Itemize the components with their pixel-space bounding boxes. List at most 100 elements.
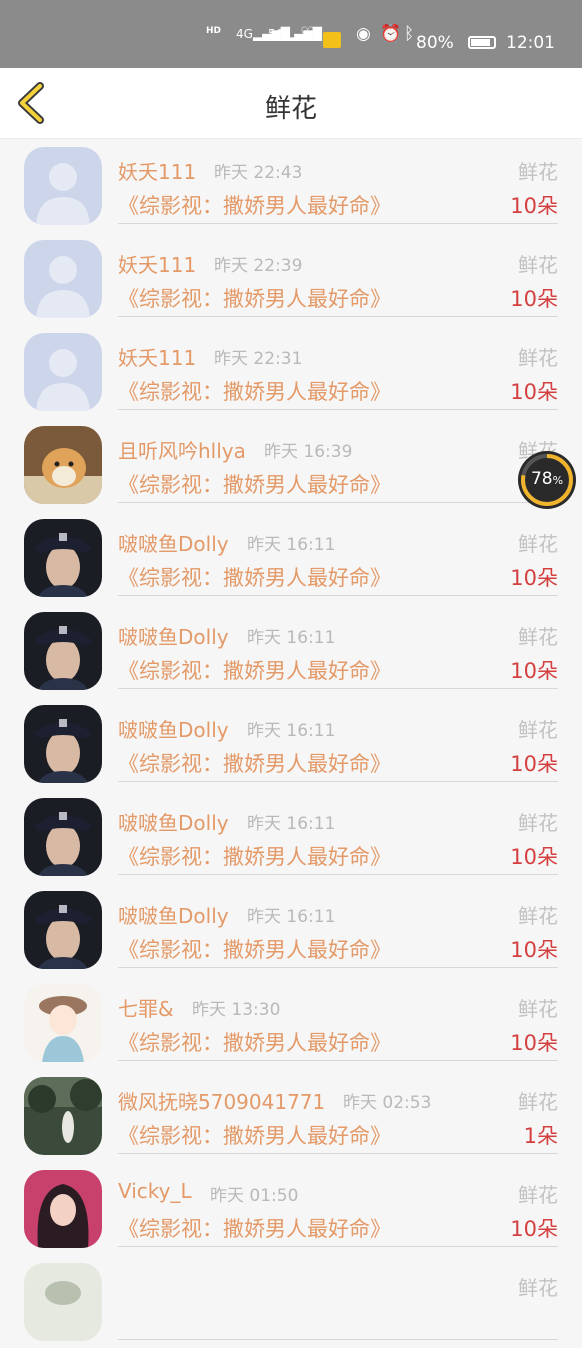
flower-list: 妖夭111 昨天 22:43 鲜花 《综影视：撒娇男人最好命》 10朵 妖夭111 昨天 2… [0, 139, 582, 1348]
gift-type: 鲜花 [518, 1276, 558, 1300]
gift-type: 鲜花 [518, 997, 558, 1021]
gift-type: 鲜花 [518, 532, 558, 556]
flower-count: 10朵 [510, 194, 558, 218]
gift-type: 鲜花 [518, 1183, 558, 1207]
avatar[interactable] [24, 519, 102, 597]
avatar[interactable] [24, 240, 102, 318]
username[interactable]: 妖夭111 [118, 342, 196, 371]
gift-type: 鲜花 [518, 160, 558, 184]
book-title[interactable]: 《综影视：撒娇男人最好命》 [118, 841, 391, 871]
username[interactable]: 啵啵鱼Dolly [118, 807, 229, 836]
flower-count: 10朵 [510, 566, 558, 590]
divider [118, 1339, 558, 1340]
divider [118, 1153, 558, 1154]
gift-type: 鲜花 [518, 718, 558, 742]
book-title[interactable]: 《综影视：撒娇男人最好命》 [118, 469, 391, 499]
timestamp: 昨天 22:31 [214, 349, 303, 369]
avatar[interactable] [24, 891, 102, 969]
flower-count: 10朵 [510, 659, 558, 683]
flower-count: 10朵 [510, 938, 558, 962]
battery-percent: 80% [416, 33, 454, 53]
book-title[interactable]: 《综影视：撒娇男人最好命》 [118, 376, 391, 406]
timestamp: 昨天 02:53 [343, 1093, 432, 1113]
eye-icon: ◉ [356, 24, 371, 44]
avatar[interactable] [24, 705, 102, 783]
username[interactable]: 啵啵鱼Dolly [118, 528, 229, 557]
flower-count: 10朵 [510, 380, 558, 404]
gift-type: 鲜花 [518, 346, 558, 370]
book-title[interactable]: 《综影视：撒娇男人最好命》 [118, 934, 391, 964]
header-bar: 鲜花 [0, 68, 582, 139]
gift-type: 鲜花 [518, 625, 558, 649]
divider [118, 502, 558, 503]
timestamp: 昨天 22:39 [214, 256, 303, 276]
list-item[interactable]: 妖夭111 昨天 22:31 鲜花《综影视：撒娇男人最好命》 10朵 [0, 325, 582, 418]
gift-type: 鲜花 [518, 811, 558, 835]
avatar[interactable] [24, 426, 102, 504]
alarm-icon: ⏰ [380, 24, 402, 44]
username[interactable]: 七罪& [118, 993, 174, 1022]
timestamp: 昨天 16:11 [247, 814, 336, 834]
battery-icon [468, 36, 496, 49]
book-title[interactable]: 《综影视：撒娇男人最好命》 [118, 562, 391, 592]
book-title[interactable]: 《综影视：撒娇男人最好命》 [118, 1213, 391, 1243]
list-item[interactable]: 妖夭111 昨天 22:39 鲜花 《综影视：撒娇男人最好命》 10朵 [0, 232, 582, 325]
book-title[interactable]: 《综影视：撒娇男人最好命》 [118, 1120, 391, 1150]
book-title[interactable]: 《综影视：撒娇男人最好命》 [118, 190, 391, 220]
list-item[interactable]: 啵啵鱼Dolly 昨天 16:11 鲜花 《综影视：撒娇男人最好命》 10朵 [0, 604, 582, 697]
avatar[interactable] [24, 984, 102, 1062]
page-title: 鲜花 [264, 94, 317, 124]
avatar[interactable] [24, 798, 102, 876]
list-item[interactable]: 微风抚晓5709041771 昨天 02:53 鲜花 《综影视：撒娇男人最好命》 1朵 [0, 1069, 582, 1162]
flower-count: 1朵 [523, 1124, 558, 1148]
username[interactable]: 啵啵鱼Dolly [118, 621, 229, 650]
timestamp: 昨天 16:11 [247, 721, 336, 741]
flower-count: 10朵 [510, 845, 558, 869]
list-item[interactable]: 啵啵鱼Dolly 昨天 16:11 鲜花《综影视：撒娇男人最好命》 10朵 [0, 511, 582, 604]
avatar[interactable] [24, 333, 102, 411]
flower-count: 10朵 [510, 287, 558, 311]
shield-icon: ♡ [300, 24, 316, 44]
list-item[interactable]: 啵啵鱼Dolly 昨天 16:11 鲜花《综影视：撒娇男人最好命》 10朵 [0, 697, 582, 790]
divider [118, 781, 558, 782]
divider [118, 1060, 558, 1061]
timestamp: 昨天 16:11 [247, 535, 336, 555]
avatar[interactable] [24, 1263, 102, 1341]
timestamp: 昨天 16:11 [247, 907, 336, 927]
book-title[interactable]: 《综影视：撒娇男人最好命》 [118, 748, 391, 778]
list-item[interactable]: 啵啵鱼Dolly 昨天 16:11 鲜花 《综影视：撒娇男人最好命》 10朵 [0, 883, 582, 976]
divider [118, 223, 558, 224]
username[interactable]: 妖夭111 [118, 156, 196, 185]
divider [118, 595, 558, 596]
username[interactable]: 啵啵鱼Dolly [118, 714, 229, 743]
username[interactable]: Vicky_L [118, 1179, 192, 1203]
book-title[interactable]: 《综影视：撒娇男人最好命》 [118, 1027, 391, 1057]
flower-count: 10朵 [510, 1217, 558, 1241]
username[interactable]: 且听风吟hllya [118, 435, 246, 464]
list-item[interactable]: 鲜花 [0, 1255, 582, 1348]
list-item[interactable]: 七罪& 昨天 13:30 鲜花 《综影视：撒娇男人最好命》 10朵 [0, 976, 582, 1069]
divider [118, 874, 558, 875]
progress-badge[interactable]: 78% [518, 451, 576, 509]
bluetooth-icon: ᛒ [404, 24, 415, 44]
list-item[interactable]: 啵啵鱼Dolly 昨天 16:11 鲜花《综影视：撒娇男人最好命》 10朵 [0, 790, 582, 883]
timestamp: 昨天 13:30 [192, 1000, 281, 1020]
list-item[interactable]: Vicky_L 昨天 01:50 鲜花 《综影视：撒娇男人最好命》 10朵 [0, 1162, 582, 1255]
username[interactable]: 妖夭111 [118, 249, 196, 278]
username[interactable]: 啵啵鱼Dolly [118, 900, 229, 929]
flower-count: 10朵 [510, 752, 558, 776]
book-title[interactable]: 《综影视：撒娇男人最好命》 [118, 655, 391, 685]
username[interactable]: 微风抚晓5709041771 [118, 1086, 325, 1115]
avatar[interactable] [24, 612, 102, 690]
list-item[interactable]: 妖夭111 昨天 22:43 鲜花《综影视：撒娇男人最好命》 10朵 [0, 139, 582, 232]
timestamp: 昨天 22:43 [214, 163, 303, 183]
divider [118, 688, 558, 689]
divider [118, 967, 558, 968]
avatar[interactable] [24, 147, 102, 225]
progress-value: 78% [530, 469, 564, 489]
book-title[interactable]: 《综影视：撒娇男人最好命》 [118, 283, 391, 313]
avatar[interactable] [24, 1170, 102, 1248]
status-bar: HD 4G▂▄▆█ 5G▂▄▆█ ♡ ◉ ⏰ ᛒ 80% 12:01 [0, 0, 582, 68]
list-item[interactable]: 且听风吟hllya 昨天 16:39 鲜花 《综影视：撒娇男人最好命》 [0, 418, 582, 511]
avatar[interactable] [24, 1077, 102, 1155]
